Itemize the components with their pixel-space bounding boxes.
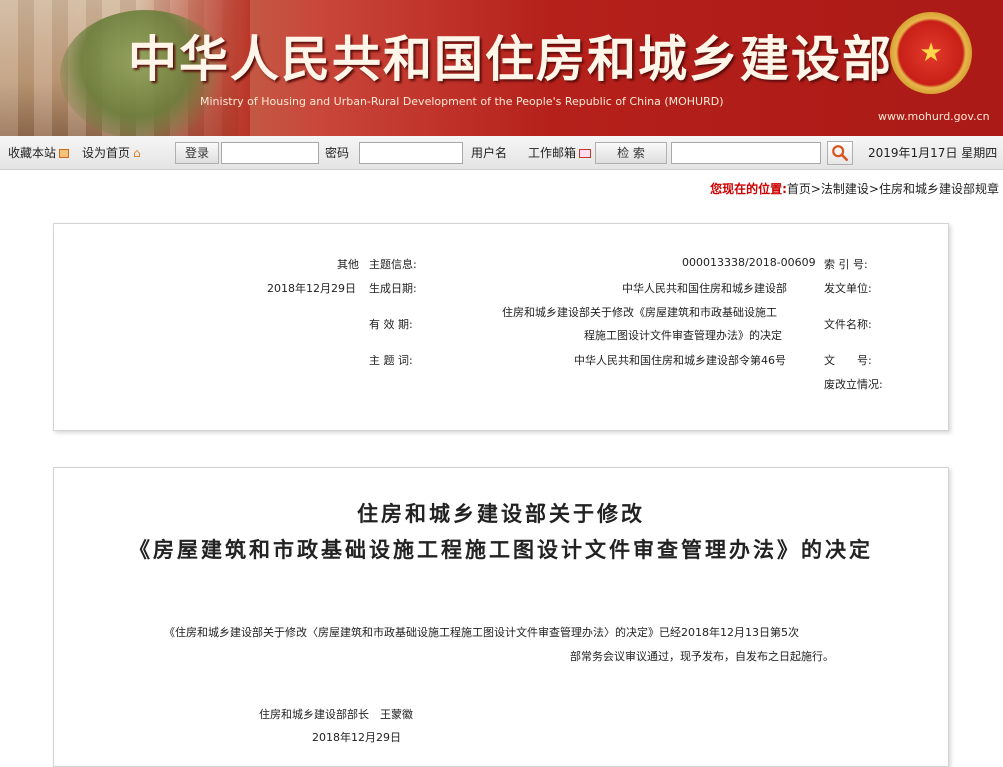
category-label: 主题信息: xyxy=(369,258,417,271)
national-emblem-icon: ★ xyxy=(890,12,972,94)
document-content: 住房和城乡建设部关于修改 《房屋建筑和市政基础设施工程施工图设计文件审查管理办法… xyxy=(53,467,949,767)
favorite-icon xyxy=(59,149,70,158)
document-title-line1: 住房和城乡建设部关于修改 xyxy=(357,501,645,526)
index-value: 000013338/2018-00609 xyxy=(682,256,816,269)
email-label: 工作邮箱 xyxy=(528,146,577,160)
username-field[interactable] xyxy=(359,142,463,164)
document-sign-date: 2018年12月29日 xyxy=(312,731,401,744)
name-value-line1: 住房和城乡建设部关于修改《房屋建筑和市政基础设施工 xyxy=(502,306,777,319)
date-value: 2018年12月29日 xyxy=(267,282,356,295)
document-body-line1: 《住房和城乡建设部关于修改〈房屋建筑和市政基础设施工程施工图设计文件审查管理办法… xyxy=(164,626,799,639)
password-field[interactable] xyxy=(221,142,319,164)
document-signature: 住房和城乡建设部部长 王蒙徽 xyxy=(259,708,413,721)
username-label: 用户名 xyxy=(471,146,508,160)
search-input[interactable] xyxy=(671,142,821,164)
add-favorite-label: 收藏本站 xyxy=(8,146,57,160)
password-label: 密码 xyxy=(325,146,350,160)
index-label: 索 引 号: xyxy=(824,258,868,271)
search-button[interactable]: 检 索 xyxy=(595,142,667,164)
date-label: 生成日期: xyxy=(369,282,417,295)
category-value: 其他 xyxy=(337,258,359,271)
document-body-line2: 部常务会议审议通过，现予发布，自发布之日起施行。 xyxy=(570,650,834,663)
topic-label: 主 题 词: xyxy=(369,354,413,367)
name-label: 文件名称: xyxy=(824,318,872,331)
mail-icon xyxy=(579,149,592,158)
home-icon: ⌂ xyxy=(133,146,141,160)
add-favorite-link[interactable]: 收藏本站 xyxy=(8,144,70,161)
validity-label: 有 效 期: xyxy=(369,318,413,331)
breadcrumb-label: 您现在的位置: xyxy=(710,182,787,196)
document-title-line2: 《房屋建筑和市政基础设施工程施工图设计文件审查管理办法》的决定 xyxy=(129,537,873,562)
breadcrumb-path[interactable]: 首页>法制建设>住房和城乡建设部规章 xyxy=(787,182,999,196)
set-home-link[interactable]: 设为首页 ⌂ xyxy=(82,144,141,161)
email-link[interactable]: 工作邮箱 xyxy=(528,144,592,161)
number-value: 中华人民共和国住房和城乡建设部令第46号 xyxy=(574,354,786,367)
search-icon[interactable] xyxy=(827,141,853,165)
issuer-label: 发文单位: xyxy=(824,282,872,295)
abolish-label: 废改立情况: xyxy=(824,378,883,391)
site-url: www.mohurd.gov.cn xyxy=(878,110,990,123)
breadcrumb: 您现在的位置:首页>法制建设>住房和城乡建设部规章 xyxy=(710,180,999,197)
header-banner: 中华人民共和国住房和城乡建设部 Ministry of Housing and … xyxy=(0,0,1003,136)
toolbar: 收藏本站 设为首页 ⌂ 登录 密码 用户名 工作邮箱 检 索 2019年1月17日… xyxy=(0,136,1003,170)
name-value-line2: 程施工图设计文件审查管理办法》的决定 xyxy=(584,329,782,342)
login-button[interactable]: 登录 xyxy=(175,142,219,164)
number-label: 文 号: xyxy=(824,354,872,367)
site-subtitle: Ministry of Housing and Urban-Rural Deve… xyxy=(200,95,724,108)
issuer-value: 中华人民共和国住房和城乡建设部 xyxy=(622,282,787,295)
site-title: 中华人民共和国住房和城乡建设部 xyxy=(128,30,894,88)
document-info-panel: 索 引 号: 000013338/2018-00609 主题信息: 其他 发文单… xyxy=(53,223,949,431)
current-date: 2019年1月17日 星期四 xyxy=(868,146,998,160)
set-home-label: 设为首页 xyxy=(82,146,131,160)
